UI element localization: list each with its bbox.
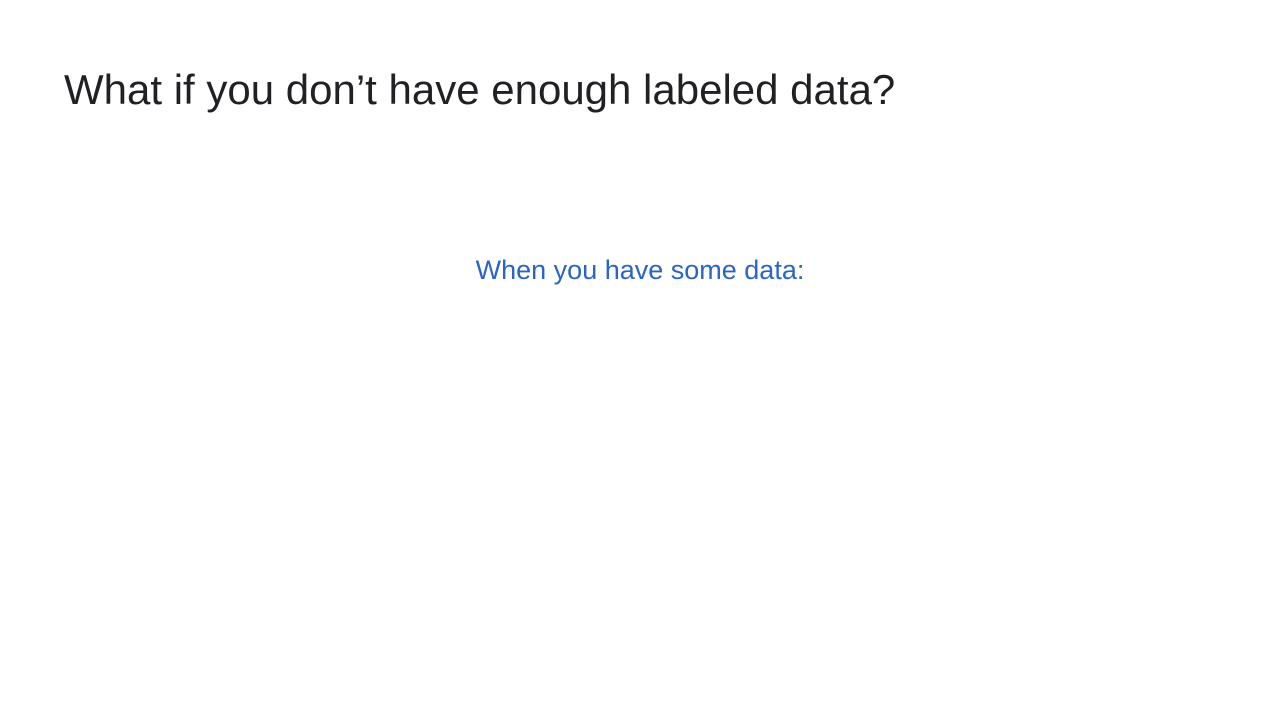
slide: What if you don’t have enough labeled da… xyxy=(0,0,1280,720)
slide-title: What if you don’t have enough labeled da… xyxy=(64,66,896,113)
slide-subheading: When you have some data: xyxy=(475,255,805,285)
